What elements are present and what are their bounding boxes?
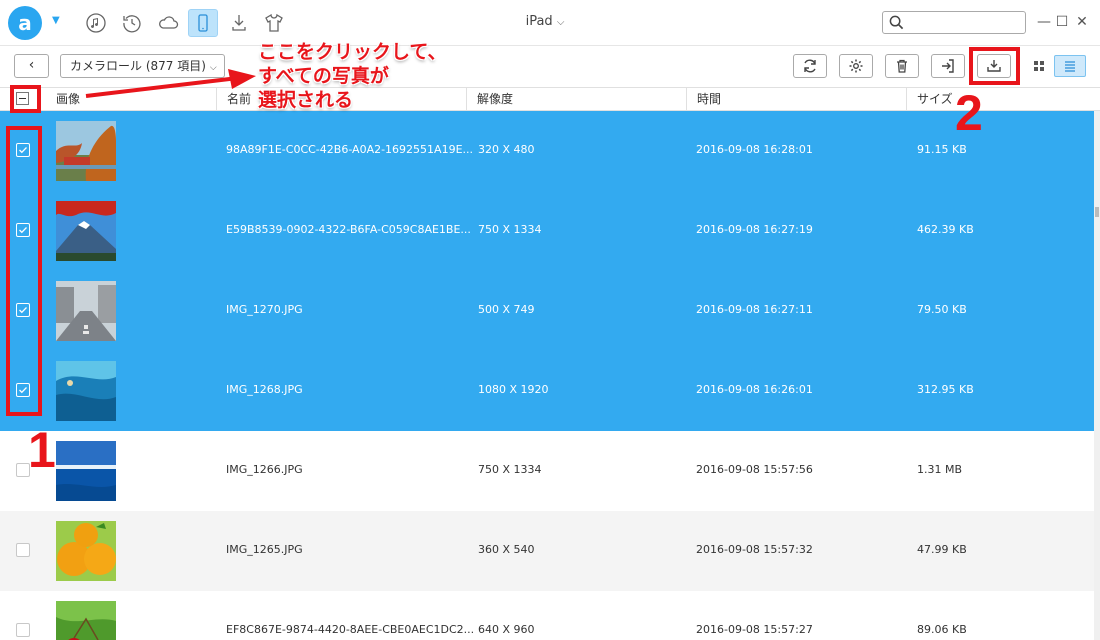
shirt-icon[interactable] xyxy=(259,9,289,37)
table-row[interactable]: IMG_1268.JPG 1080 X 1920 2016-09-08 16:2… xyxy=(0,351,1094,431)
photo-name: EF8C867E-9874-4420-8AEE-CBE0AEC1DC2... xyxy=(226,623,475,636)
photo-name: IMG_1270.JPG xyxy=(226,303,303,316)
cloud-icon[interactable] xyxy=(153,9,183,37)
grid-view-button[interactable] xyxy=(1023,55,1055,77)
photo-resolution: 750 X 1334 xyxy=(478,463,542,476)
photo-time: 2016-09-08 15:57:56 xyxy=(696,463,813,476)
import-icon xyxy=(942,59,954,73)
icloud-icon xyxy=(96,245,116,261)
history-icon[interactable] xyxy=(117,9,147,37)
photo-thumbnail[interactable] xyxy=(56,281,116,341)
photo-thumbnail[interactable] xyxy=(56,441,116,501)
photo-thumbnail[interactable] xyxy=(56,121,116,181)
import-button[interactable] xyxy=(931,54,965,78)
search-box[interactable] xyxy=(882,11,1026,34)
photo-size: 91.15 KB xyxy=(917,143,967,156)
photo-name: IMG_1265.JPG xyxy=(226,543,303,556)
download-icon[interactable] xyxy=(224,9,254,37)
list-view-icon xyxy=(1065,61,1075,72)
app-window: a ▼ iPad ⌵ — ☐ ✕ ‹ カメラロール (877 項目) ⌵ 画像 … xyxy=(0,0,1100,640)
table-row[interactable]: IMG_1266.JPG 750 X 1334 2016-09-08 15:57… xyxy=(0,431,1094,511)
row-checkbox[interactable] xyxy=(16,543,30,557)
scrollbar-thumb[interactable] xyxy=(1095,207,1099,217)
photo-size: 1.31 MB xyxy=(917,463,963,476)
music-icon[interactable] xyxy=(81,9,111,37)
table-row[interactable]: IMG_1270.JPG 500 X 749 2016-09-08 16:27:… xyxy=(0,271,1094,351)
photo-time: 2016-09-08 16:28:01 xyxy=(696,143,813,156)
delete-button[interactable] xyxy=(885,54,919,78)
app-logo-icon[interactable]: a xyxy=(8,6,42,40)
photo-resolution: 750 X 1334 xyxy=(478,223,542,236)
photo-thumbnail[interactable] xyxy=(56,601,116,640)
annotation-box-checkboxes xyxy=(6,126,42,416)
callout-line: すべての写真が xyxy=(258,65,389,87)
photo-time: 2016-09-08 15:57:32 xyxy=(696,543,813,556)
settings-icon xyxy=(849,59,863,73)
photo-thumbnail[interactable] xyxy=(56,361,116,421)
settings-button[interactable] xyxy=(839,54,873,78)
app-menu-caret-icon[interactable]: ▼ xyxy=(52,15,60,26)
photo-time: 2016-09-08 15:57:27 xyxy=(696,623,813,636)
photo-size: 312.95 KB xyxy=(917,383,974,396)
photo-resolution: 640 X 960 xyxy=(478,623,535,636)
photo-size: 89.06 KB xyxy=(917,623,967,636)
photo-thumbnail[interactable] xyxy=(56,521,116,581)
photo-time: 2016-09-08 16:26:01 xyxy=(696,383,813,396)
annotation-arrow-icon xyxy=(85,69,256,98)
device-icon[interactable] xyxy=(188,9,218,37)
list-view-button[interactable] xyxy=(1054,55,1086,77)
icloud-icon xyxy=(96,165,116,181)
photo-size: 462.39 KB xyxy=(917,223,974,236)
photo-name: IMG_1268.JPG xyxy=(226,383,303,396)
vertical-scrollbar[interactable] xyxy=(1094,111,1100,640)
maximize-button[interactable]: ☐ xyxy=(1054,12,1070,32)
column-header-time[interactable]: 時間 xyxy=(686,88,906,110)
column-header-size[interactable]: サイズ xyxy=(906,88,1094,110)
photo-name: E59B8539-0902-4322-B6FA-C059C8AE1BE... xyxy=(226,223,471,236)
table-row[interactable]: E59B8539-0902-4322-B6FA-C059C8AE1BE... 7… xyxy=(0,191,1094,271)
photo-size: 47.99 KB xyxy=(917,543,967,556)
close-button[interactable]: ✕ xyxy=(1074,12,1090,32)
photo-time: 2016-09-08 16:27:19 xyxy=(696,223,813,236)
photo-thumbnail[interactable] xyxy=(56,201,116,261)
grid-view-icon xyxy=(1034,61,1044,71)
table-row[interactable]: EF8C867E-9874-4420-8AEE-CBE0AEC1DC2... 6… xyxy=(0,591,1094,640)
photo-resolution: 320 X 480 xyxy=(478,143,535,156)
search-icon xyxy=(889,15,904,30)
callout-line: ここをクリックして、 xyxy=(258,41,447,63)
photo-name: IMG_1266.JPG xyxy=(226,463,303,476)
trash-icon xyxy=(897,59,907,73)
callout-line: 選択される xyxy=(258,89,354,111)
chevron-down-icon: ⌵ xyxy=(556,17,565,28)
annotation-callout: ここをクリックして、 すべての写真が 選択される xyxy=(258,40,446,112)
photo-resolution: 1080 X 1920 xyxy=(478,383,549,396)
photo-name: 98A89F1E-C0CC-42B6-A0A2-1692551A19E... xyxy=(226,143,474,156)
photo-resolution: 500 X 749 xyxy=(478,303,535,316)
column-header-resolution[interactable]: 解像度 xyxy=(466,88,686,110)
minimize-button[interactable]: — xyxy=(1036,12,1052,32)
search-input[interactable] xyxy=(909,14,1021,31)
row-checkbox[interactable] xyxy=(16,623,30,637)
annotation-box-select-all xyxy=(10,85,41,113)
annotation-step-1: 1 xyxy=(28,422,56,478)
title-bar: a ▼ iPad ⌵ — ☐ ✕ xyxy=(0,0,1100,46)
annotation-box-export xyxy=(969,47,1020,85)
table-row[interactable]: IMG_1265.JPG 360 X 540 2016-09-08 15:57:… xyxy=(0,511,1094,591)
device-name: iPad xyxy=(525,14,553,29)
back-button[interactable]: ‹ xyxy=(14,54,49,78)
refresh-button[interactable] xyxy=(793,54,827,78)
photo-size: 79.50 KB xyxy=(917,303,967,316)
device-selector[interactable]: iPad ⌵ xyxy=(490,14,600,29)
photo-time: 2016-09-08 16:27:11 xyxy=(696,303,813,316)
photo-resolution: 360 X 540 xyxy=(478,543,535,556)
annotation-step-2: 2 xyxy=(955,85,983,141)
refresh-icon xyxy=(804,59,816,73)
table-row[interactable]: 98A89F1E-C0CC-42B6-A0A2-1692551A19E... 3… xyxy=(0,111,1094,191)
